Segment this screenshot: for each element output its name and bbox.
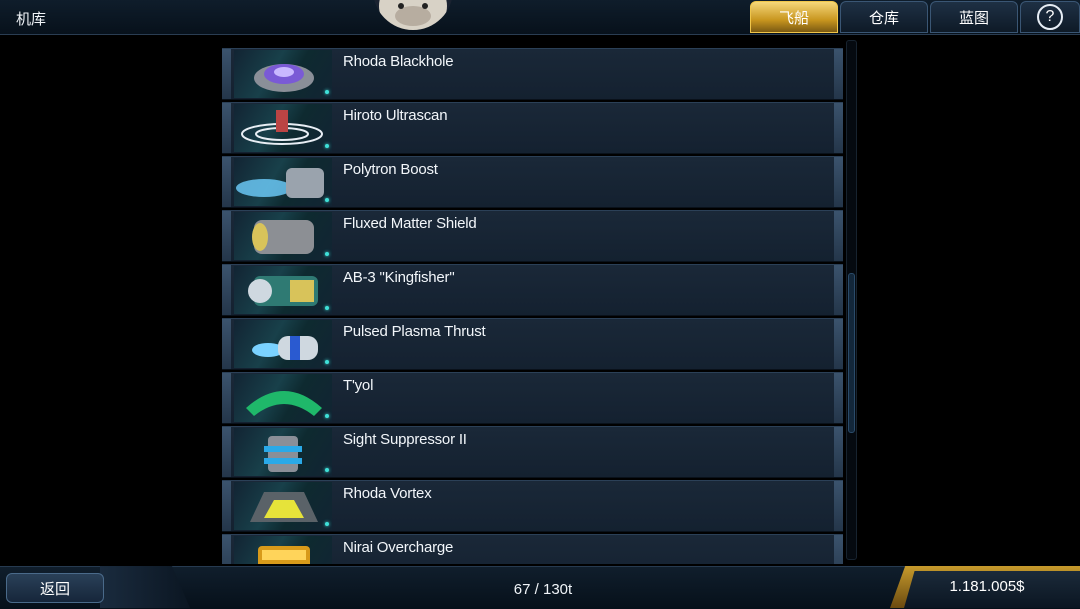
item-right-cap [834,373,843,423]
help-button[interactable]: ? [1020,1,1080,33]
module-name: T'yol [343,377,374,394]
item-right-cap [834,49,843,99]
item-right-cap [834,535,843,564]
item-left-cap [222,535,231,564]
module-name: Pulsed Plasma Thrust [343,323,486,340]
module-list-item[interactable]: Sight Suppressor II [222,426,843,478]
money-amount: 1.181.005$ [949,578,1025,595]
module-thumbnail [234,104,332,152]
overcharge-module-icon [258,546,310,564]
armor-module-icon [246,391,322,416]
help-icon: ? [1037,4,1063,30]
top-tabs: 飞船 仓库 蓝图 ? [748,0,1080,34]
thruster-module-icon [252,336,318,360]
suppressor-module-icon [264,436,302,472]
module-thumbnail [234,320,332,368]
status-dot [325,252,329,256]
vortex-module-icon [250,492,318,522]
shield-module-icon [252,220,314,254]
module-thumbnail [234,374,332,422]
item-left-cap [222,427,231,477]
item-right-cap [834,481,843,531]
item-right-cap [834,427,843,477]
module-list-item[interactable]: Rhoda Vortex [222,480,843,532]
item-right-cap [834,103,843,153]
item-right-cap [834,319,843,369]
module-name: Rhoda Vortex [343,485,432,502]
status-dot [325,90,329,94]
status-dot [325,522,329,526]
module-thumbnail [234,212,332,260]
scanner-module-icon [241,110,323,145]
module-list[interactable]: Rhoda Blackhole Hiroto Ultrascan Polytron … [222,48,843,564]
item-right-cap [834,157,843,207]
booster-module-icon [236,168,324,198]
tab-storage[interactable]: 仓库 [840,1,928,33]
status-dot [325,198,329,202]
item-left-cap [222,481,231,531]
status-dot [325,306,329,310]
item-left-cap [222,319,231,369]
module-list-item[interactable]: Hiroto Ultrascan [222,102,843,154]
module-name: Polytron Boost [343,161,438,178]
module-list-item[interactable]: AB-3 "Kingfisher" [222,264,843,316]
module-name: Hiroto Ultrascan [343,107,448,124]
module-thumbnail [234,428,332,476]
module-list-item[interactable]: Rhoda Blackhole [222,48,843,100]
module-name: Sight Suppressor II [343,431,467,448]
status-dot [325,360,329,364]
status-dot [325,414,329,418]
tab-ships[interactable]: 飞船 [750,1,838,33]
item-left-cap [222,103,231,153]
status-dot [325,468,329,472]
weapon-module-icon [248,276,318,306]
item-left-cap [222,373,231,423]
item-right-cap [834,211,843,261]
module-list-item[interactable]: Nirai Overcharge [222,534,843,564]
item-left-cap [222,265,231,315]
module-thumbnail [234,266,332,314]
tab-blueprints[interactable]: 蓝图 [930,1,1018,33]
module-name: Nirai Overcharge [343,539,454,556]
module-list-item[interactable]: Fluxed Matter Shield [222,210,843,262]
module-list-item[interactable]: Polytron Boost [222,156,843,208]
list-scrollbar-thumb[interactable] [848,273,855,433]
module-thumbnail [234,50,332,98]
item-right-cap [834,265,843,315]
item-left-cap [222,49,231,99]
page-title: 机库 [16,11,47,28]
module-thumbnail [234,482,332,530]
module-name: Rhoda Blackhole [343,53,454,70]
module-name: Fluxed Matter Shield [343,215,477,232]
module-name: AB-3 "Kingfisher" [343,269,455,286]
status-dot [325,144,329,148]
module-thumbnail [234,536,332,564]
module-thumbnail [234,158,332,206]
item-left-cap [222,211,231,261]
module-list-item[interactable]: T'yol [222,372,843,424]
module-list-item[interactable]: Pulsed Plasma Thrust [222,318,843,370]
list-scrollbar[interactable] [846,40,857,560]
item-left-cap [222,157,231,207]
blackhole-module-icon [254,64,314,92]
